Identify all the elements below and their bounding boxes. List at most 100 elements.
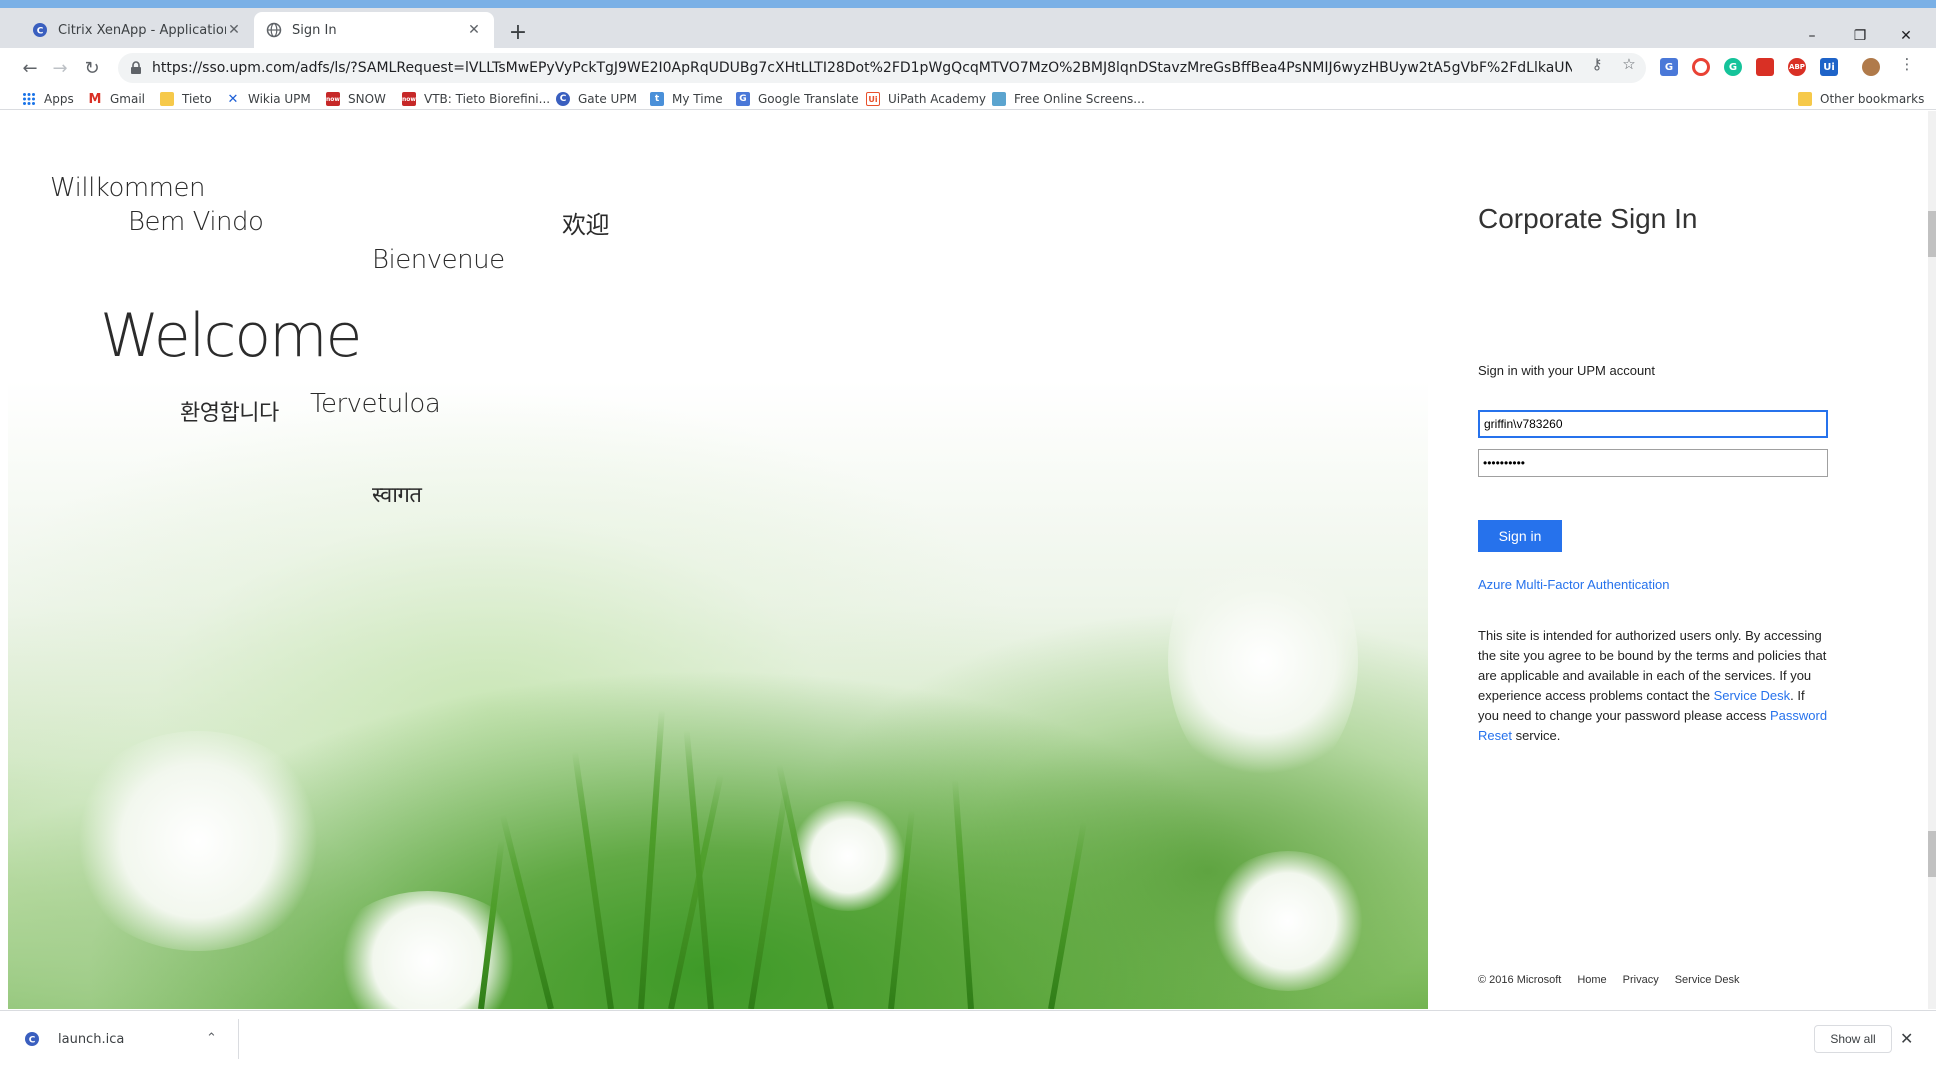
footer-service-desk-link[interactable]: Service Desk <box>1675 974 1740 986</box>
forward-arrow-icon[interactable]: → <box>48 56 72 80</box>
mfa-link[interactable]: Azure Multi-Factor Authentication <box>1478 577 1669 592</box>
bookmark-google-translate[interactable]: G Google Translate <box>736 90 859 108</box>
page-title: Corporate Sign In <box>1478 203 1698 234</box>
bookmark-other-bookmarks[interactable]: Other bookmarks <box>1798 90 1924 108</box>
uipath-extension-icon[interactable]: Ui <box>1820 58 1838 76</box>
footer-privacy-link[interactable]: Privacy <box>1623 974 1659 986</box>
confluence-icon: ✕ <box>227 91 239 107</box>
svg-text:C: C <box>37 27 44 37</box>
uipath-icon: Ui <box>866 92 880 106</box>
scrollbar-thumb[interactable] <box>1928 211 1936 257</box>
bookmark-label: Free Online Screens... <box>1014 92 1145 106</box>
gmail-icon: M <box>88 91 102 107</box>
browser-toolbar: ← → ↻ https://sso.upm.com/adfs/ls/?SAMLR… <box>0 48 1936 88</box>
red-extension-icon[interactable] <box>1756 58 1774 76</box>
tab-citrix-xenapp[interactable]: C Citrix XenApp - Applications ✕ <box>20 12 254 48</box>
username-field[interactable]: griffin\v783260 <box>1478 410 1828 438</box>
welcome-word-chinese: 欢迎 <box>562 211 610 239</box>
copyright-text: © 2016 Microsoft <box>1478 974 1562 986</box>
bookmark-label: Wikia UPM <box>248 92 311 106</box>
bookmark-my-time[interactable]: t My Time <box>650 90 723 108</box>
password-field[interactable]: •••••••••• <box>1478 449 1828 477</box>
globe-icon <box>266 22 282 38</box>
bookmark-label: Other bookmarks <box>1820 92 1925 106</box>
bookmark-uipath-academy[interactable]: Ui UiPath Academy <box>866 90 986 108</box>
bookmark-snow[interactable]: now SNOW <box>326 90 386 108</box>
chrome-extension-icon[interactable] <box>1692 58 1710 76</box>
download-file-name: launch.ica <box>58 1031 125 1047</box>
page-scrollbar[interactable] <box>1928 111 1936 1009</box>
page-content: Willkommen Bem Vindo 欢迎 Bienvenue Welcom… <box>8 111 1928 1009</box>
welcome-word-hindi: स्वागत <box>372 483 422 508</box>
grass-illustration: Willkommen Bem Vindo 欢迎 Bienvenue Welcom… <box>8 111 1428 1009</box>
close-tab-icon[interactable]: ✕ <box>226 22 242 38</box>
welcome-word-finnish: Tervetuloa <box>310 389 441 419</box>
screenshot-icon <box>992 92 1006 106</box>
bookmark-gmail[interactable]: M Gmail <box>88 90 145 108</box>
reload-icon[interactable]: ↻ <box>80 56 104 80</box>
bookmark-label: Tieto <box>182 92 212 106</box>
folder-icon <box>160 92 174 106</box>
bookmark-vtb[interactable]: now VTB: Tieto Biorefini... <box>402 90 550 108</box>
show-all-button[interactable]: Show all <box>1814 1025 1892 1053</box>
bookmarks-bar: Apps M Gmail Tieto ✕ Wikia UPM now SNOW … <box>0 88 1936 110</box>
welcome-word-english: Welcome <box>100 301 362 371</box>
disclaimer-text: This site is intended for authorized use… <box>1478 626 1828 746</box>
url-text[interactable]: https://sso.upm.com/adfs/ls/?SAMLRequest… <box>152 60 1572 76</box>
bookmark-label: Gmail <box>110 92 146 106</box>
tab-strip: C Citrix XenApp - Applications ✕ Sign In… <box>0 8 1936 48</box>
citrix-icon: C <box>24 1031 40 1047</box>
key-icon[interactable]: ⚷ <box>1588 55 1606 73</box>
svg-text:C: C <box>29 1036 36 1046</box>
chevron-up-icon[interactable]: ⌃ <box>206 1031 217 1046</box>
adblock-icon[interactable]: ABP <box>1788 58 1806 76</box>
download-bar: C launch.ica ⌃ Show all ✕ <box>0 1010 1936 1066</box>
mytime-icon: t <box>650 92 664 106</box>
new-tab-button[interactable]: + <box>506 20 530 45</box>
more-menu-icon[interactable]: ⋮ <box>1898 55 1916 73</box>
address-bar[interactable]: https://sso.upm.com/adfs/ls/?SAMLRequest… <box>118 53 1646 83</box>
bookmark-label: SNOW <box>348 92 386 106</box>
close-icon[interactable]: ✕ <box>1900 1029 1913 1048</box>
star-bookmark-icon[interactable]: ☆ <box>1620 55 1638 73</box>
folder-icon <box>1798 92 1812 106</box>
translate-icon: G <box>736 92 750 106</box>
download-item[interactable]: C launch.ica <box>24 1021 124 1057</box>
bookmark-label: My Time <box>672 92 723 106</box>
bookmark-free-online-screenshot[interactable]: Free Online Screens... <box>992 90 1145 108</box>
bookmark-tieto[interactable]: Tieto <box>160 90 212 108</box>
bookmark-wikia-upm[interactable]: ✕ Wikia UPM <box>226 90 311 108</box>
bookmark-label: Apps <box>44 92 74 106</box>
sign-in-button[interactable]: Sign in <box>1478 520 1562 552</box>
welcome-word-portuguese: Bem Vindo <box>128 207 264 237</box>
bookmark-label: UiPath Academy <box>888 92 987 106</box>
service-desk-link[interactable]: Service Desk <box>1714 688 1791 703</box>
bookmark-label: Gate UPM <box>578 92 637 106</box>
disclaimer-part: service. <box>1511 728 1561 743</box>
tab-title: Citrix XenApp - Applications <box>58 22 226 38</box>
divider <box>238 1019 239 1059</box>
lock-icon <box>130 61 144 75</box>
servicenow-icon: now <box>326 92 340 106</box>
footer-home-link[interactable]: Home <box>1577 974 1606 986</box>
servicenow-icon: now <box>402 92 416 106</box>
welcome-word-german: Willkommen <box>50 173 205 203</box>
close-tab-icon[interactable]: ✕ <box>466 22 482 38</box>
scrollbar-thumb[interactable] <box>1928 831 1936 877</box>
grammarly-icon[interactable]: G <box>1724 58 1742 76</box>
welcome-word-korean: 환영합니다 <box>180 401 279 426</box>
avatar[interactable] <box>1862 58 1880 76</box>
tab-sign-in[interactable]: Sign In ✕ <box>254 12 494 48</box>
bookmark-label: VTB: Tieto Biorefini... <box>424 92 551 106</box>
apps-grid-icon <box>22 92 36 106</box>
citrix-icon: C <box>32 22 48 38</box>
signin-subtitle: Sign in with your UPM account <box>1478 363 1656 378</box>
tab-title: Sign In <box>292 22 337 38</box>
welcome-word-french: Bienvenue <box>372 245 505 275</box>
translate-extension-icon[interactable]: G <box>1660 58 1678 76</box>
citrix-icon: C <box>556 92 570 106</box>
back-arrow-icon[interactable]: ← <box>18 56 42 80</box>
bookmark-gate-upm[interactable]: C Gate UPM <box>556 90 637 108</box>
bookmark-apps[interactable]: Apps <box>22 90 74 108</box>
page-footer: © 2016 Microsoft Home Privacy Service De… <box>1478 974 1740 986</box>
